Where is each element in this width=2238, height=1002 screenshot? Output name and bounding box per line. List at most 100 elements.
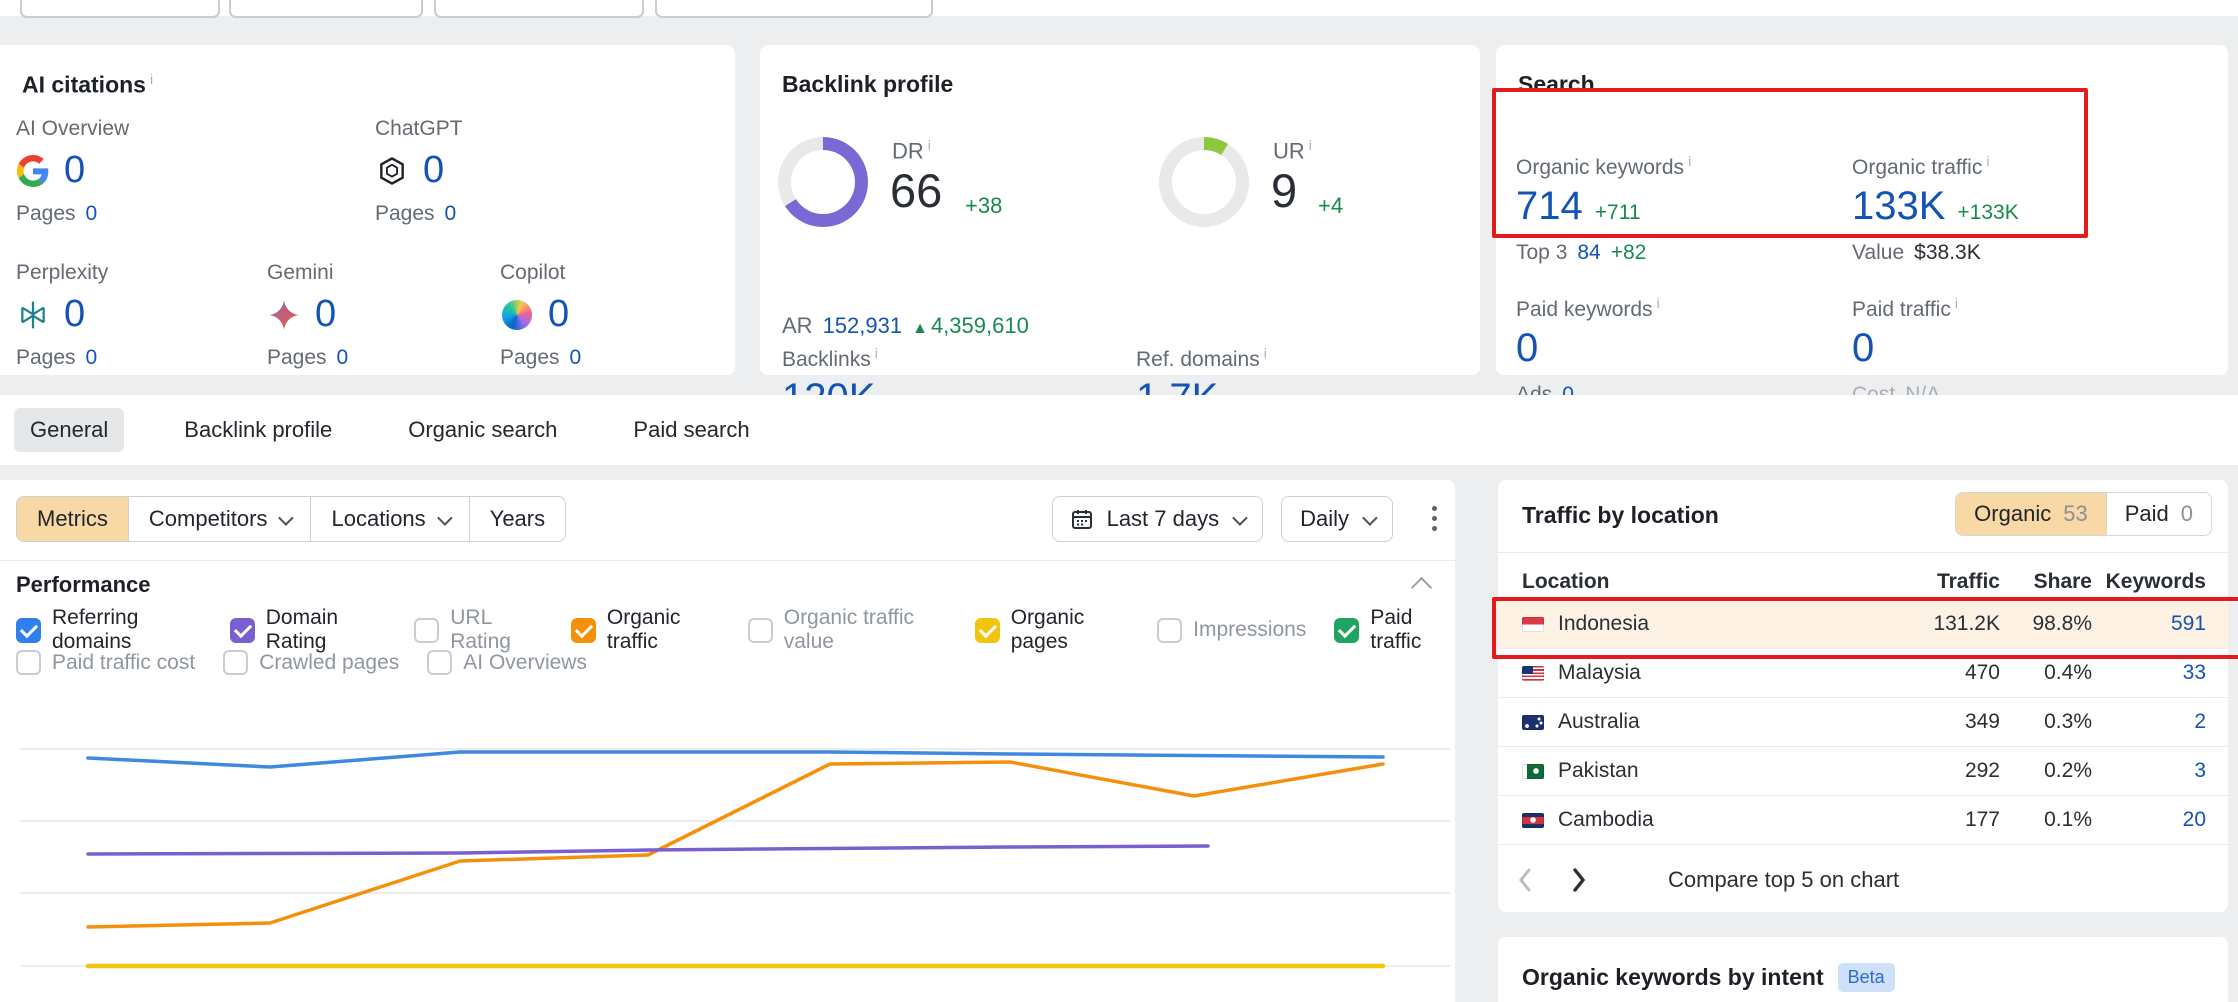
- checkbox-box: [748, 618, 773, 643]
- ai-citation-value-link[interactable]: 0: [315, 293, 336, 336]
- tab-paid-search[interactable]: Paid search: [617, 408, 765, 452]
- ai-citation-value-link[interactable]: 0: [64, 293, 85, 336]
- dr-label: DRi: [892, 137, 931, 164]
- pages-value-link[interactable]: 0: [86, 346, 98, 370]
- info-icon[interactable]: i: [1955, 295, 1958, 311]
- tab-organic-search[interactable]: Organic search: [392, 408, 573, 452]
- top-toolbar: [0, 0, 2238, 16]
- panel-title: Traffic by location: [1522, 502, 1719, 529]
- location-table-header: Location Traffic Share Keywords: [1498, 564, 2228, 600]
- ai-citation-item: Perplexity 0 Pages 0: [16, 261, 108, 370]
- filter-segment-metrics[interactable]: Metrics: [17, 497, 129, 541]
- top3-value-link[interactable]: 84: [1577, 241, 1600, 265]
- ar-value-link[interactable]: 152,931: [823, 313, 903, 339]
- panel-title: Search: [1518, 71, 1595, 98]
- metric-checkbox[interactable]: URL Rating: [414, 606, 543, 654]
- keywords-count-link[interactable]: 3: [2092, 759, 2206, 783]
- organic-traffic-value-link[interactable]: 133K: [1852, 184, 1945, 229]
- metric-checkbox-row-1: Referring domains Domain Rating URL Rati…: [16, 606, 1455, 654]
- checkbox-box: [1157, 618, 1182, 643]
- info-icon[interactable]: i: [150, 71, 153, 87]
- performance-title: Performance: [16, 572, 151, 598]
- prev-page-button[interactable]: [1498, 852, 1552, 908]
- toggle-organic[interactable]: Organic53: [1956, 493, 2106, 535]
- metric-checkbox[interactable]: Organic traffic value: [748, 606, 947, 654]
- metric-checkbox[interactable]: Impressions: [1157, 618, 1306, 643]
- ai-citation-value-link[interactable]: 0: [423, 149, 444, 192]
- dr-value: 66: [890, 163, 942, 218]
- tab-backlink-profile[interactable]: Backlink profile: [168, 408, 348, 452]
- chatgpt-icon: [375, 154, 409, 188]
- tab-general[interactable]: General: [14, 408, 124, 452]
- metric-checkbox[interactable]: Crawled pages: [223, 650, 399, 675]
- checkbox-box: [230, 618, 255, 643]
- toolbar-input-2[interactable]: [229, 0, 423, 18]
- toolbar-input-4[interactable]: [655, 0, 933, 18]
- pages-value-link[interactable]: 0: [86, 202, 98, 226]
- more-options-button[interactable]: [1432, 506, 1437, 531]
- ai-citation-item: AI Overview 0 Pages 0: [16, 117, 129, 226]
- metric-checkbox[interactable]: Domain Rating: [230, 606, 387, 654]
- metric-checkbox[interactable]: AI Overviews: [427, 650, 587, 675]
- checkbox-box: [16, 618, 41, 643]
- panel-title: Organic keywords by intent: [1522, 964, 1824, 991]
- metric-checkbox-row-2: Paid traffic cost Crawled pages AI Overv…: [16, 650, 587, 675]
- table-row[interactable]: Australia 349 0.3% 2: [1498, 698, 2228, 747]
- keywords-count-link[interactable]: 33: [2092, 661, 2206, 685]
- info-icon[interactable]: i: [1688, 153, 1691, 169]
- chevron-down-icon: [1362, 510, 1378, 526]
- paid-keywords-value-link[interactable]: 0: [1516, 326, 1538, 371]
- info-icon[interactable]: i: [875, 345, 878, 361]
- beta-badge: Beta: [1838, 963, 1895, 992]
- table-row[interactable]: Cambodia 177 0.1% 20: [1498, 796, 2228, 845]
- metric-checkbox[interactable]: Referring domains: [16, 606, 202, 654]
- checkbox-box: [16, 650, 41, 675]
- ai-citation-value-link[interactable]: 0: [548, 293, 569, 336]
- dr-delta: +38: [965, 193, 1002, 219]
- table-row[interactable]: Malaysia 470 0.4% 33: [1498, 649, 2228, 698]
- info-icon[interactable]: i: [1309, 137, 1312, 153]
- dashboard: AI citationsi AI Overview 0 Pages 0 Chat…: [0, 0, 2238, 1002]
- checkbox-box: [223, 650, 248, 675]
- next-page-button[interactable]: [1552, 852, 1606, 908]
- date-range-button[interactable]: Last 7 days: [1052, 496, 1264, 542]
- ai-citation-value-link[interactable]: 0: [64, 149, 85, 192]
- table-row[interactable]: Indonesia 131.2K 98.8% 591: [1498, 600, 2228, 649]
- url-rating-donut: [1159, 137, 1249, 227]
- collapse-section-button[interactable]: [1411, 577, 1432, 598]
- google-icon: [16, 154, 50, 188]
- toolbar-input-1[interactable]: [20, 0, 220, 18]
- metric-checkbox[interactable]: Organic pages: [975, 606, 1129, 654]
- overview-main-panel: MetricsCompetitorsLocationsYears Last 7 …: [0, 480, 1455, 1002]
- granularity-button[interactable]: Daily: [1281, 496, 1393, 542]
- australia-flag-icon: [1522, 715, 1544, 730]
- paid-traffic-value-link[interactable]: 0: [1852, 326, 1874, 371]
- metric-checkbox[interactable]: Paid traffic cost: [16, 650, 195, 675]
- filter-segment-locations[interactable]: Locations: [311, 497, 469, 541]
- toggle-paid[interactable]: Paid0: [2106, 493, 2211, 535]
- filter-segment-competitors[interactable]: Competitors: [129, 497, 312, 541]
- info-icon[interactable]: i: [928, 137, 931, 153]
- organic-keywords-value-link[interactable]: 714: [1516, 184, 1583, 229]
- keywords-count-link[interactable]: 591: [2092, 612, 2206, 636]
- info-icon[interactable]: i: [1657, 295, 1660, 311]
- pages-value-link[interactable]: 0: [570, 346, 582, 370]
- toolbar-input-3[interactable]: [434, 0, 644, 18]
- table-row[interactable]: Pakistan 292 0.2% 3: [1498, 747, 2228, 796]
- pages-value-link[interactable]: 0: [337, 346, 349, 370]
- metric-checkbox[interactable]: Organic traffic: [571, 606, 720, 654]
- organic-traffic-metric: Organic traffici 133K +133K Value$38.3K: [1852, 153, 2019, 265]
- chart-filter-segments: MetricsCompetitorsLocationsYears: [16, 496, 566, 542]
- ai-citation-item: Copilot 0 Pages 0: [500, 261, 581, 370]
- gemini-icon: [267, 298, 301, 332]
- filter-segment-years[interactable]: Years: [470, 497, 565, 541]
- ai-citations-panel: AI citationsi AI Overview 0 Pages 0 Chat…: [0, 45, 735, 375]
- metric-checkbox[interactable]: Paid traffic: [1334, 606, 1455, 654]
- pages-value-link[interactable]: 0: [445, 202, 457, 226]
- keywords-count-link[interactable]: 2: [2092, 710, 2206, 734]
- panel-title: AI citationsi: [22, 71, 153, 99]
- keywords-count-link[interactable]: 20: [2092, 808, 2206, 832]
- ur-label: URi: [1273, 137, 1312, 164]
- info-icon[interactable]: i: [1264, 345, 1267, 361]
- info-icon[interactable]: i: [1986, 153, 1989, 169]
